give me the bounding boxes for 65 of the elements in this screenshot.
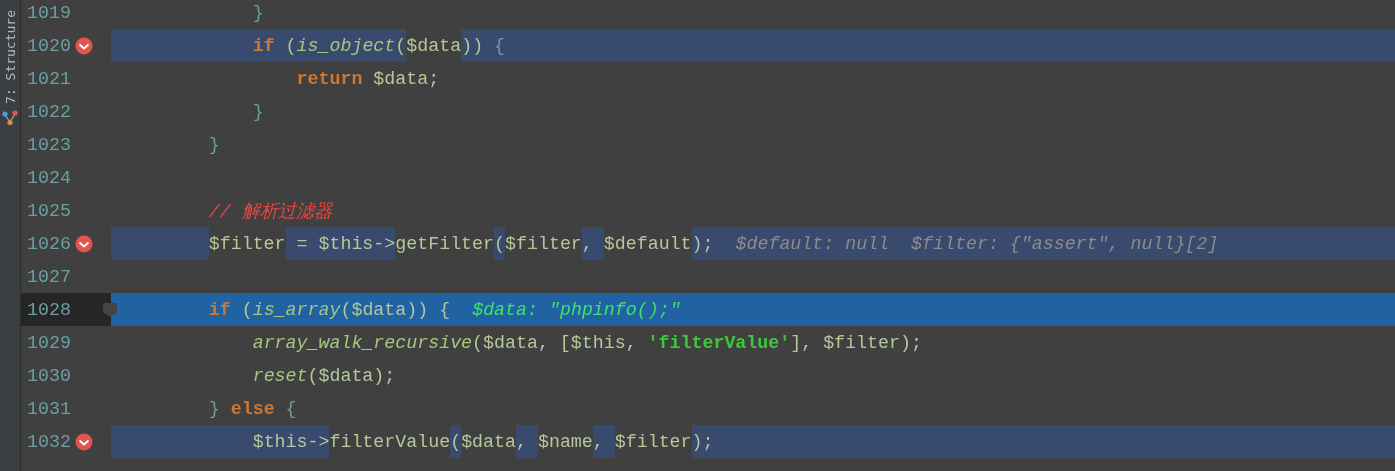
code-comment: // 解析过滤器 [208, 201, 332, 223]
code-token: $this-> [252, 431, 330, 452]
line-number: 1023 [27, 134, 72, 155]
code-token: } [252, 2, 264, 23]
code-token: else [230, 398, 275, 419]
code-token: ($data); [307, 365, 396, 386]
code-token: is_array [252, 299, 341, 320]
code-token: } [208, 398, 221, 419]
code-token: } [208, 134, 220, 155]
code-token: ); [691, 233, 714, 254]
code-token: reset [252, 365, 308, 386]
code-token: return [296, 68, 363, 89]
code-token: $data [406, 29, 462, 62]
line-number: 1029 [27, 332, 72, 353]
code-token: , [516, 431, 528, 452]
code-token: $filter [614, 425, 692, 458]
code-token: $filter [208, 227, 286, 260]
line-number: 1021 [27, 68, 72, 89]
inline-value-hint: $default: null [735, 233, 890, 254]
breakpoint-icon[interactable] [75, 432, 93, 451]
code-token: $default [603, 227, 692, 260]
code-token: getFilter [395, 227, 495, 260]
line-number: 1025 [27, 200, 72, 221]
line-number: 1026 [27, 233, 72, 254]
code-token: filterValue [329, 425, 451, 458]
line-number: 1028 [27, 299, 72, 320]
code-token: $data [461, 425, 516, 458]
code-token: } [252, 101, 264, 122]
line-number: 1019 [27, 2, 72, 23]
code-token: ], $filter); [790, 332, 922, 353]
breakpoint-icon[interactable] [75, 36, 93, 55]
code-token: 'filterValue' [647, 332, 791, 353]
line-number: 1020 [27, 35, 72, 56]
code-token: { [494, 35, 506, 56]
code-token: array_walk_recursive [252, 332, 473, 353]
inline-value-hint: $filter: {"assert", null}[2] [911, 233, 1219, 254]
code-token: if [208, 299, 231, 320]
code-token: ( [285, 35, 297, 56]
code-token: $name [537, 425, 593, 458]
code-token: , [592, 431, 605, 452]
structure-tab[interactable]: 7: Structure [2, 10, 18, 104]
code-token: , [581, 233, 594, 254]
line-number: 1027 [27, 266, 72, 287]
code-token: ( [450, 431, 462, 452]
line-number: 1031 [27, 398, 72, 419]
code-token: ($data)) { [340, 299, 451, 320]
code-token: ); [691, 431, 714, 452]
code-token: is_object [296, 35, 396, 56]
code-token: if [252, 35, 275, 56]
inline-value-hint: $data: "phpinfo();" [472, 299, 681, 320]
breakpoint-icon[interactable] [75, 234, 93, 253]
line-number: 1024 [27, 167, 72, 188]
code-token: ($data, [$this, [472, 332, 638, 353]
code-token: { [285, 398, 297, 419]
line-number: 1030 [27, 365, 72, 386]
code-token: ( [395, 35, 407, 56]
code-token: $filter [505, 227, 582, 260]
line-number: 1022 [27, 101, 72, 122]
code-token: ( [494, 233, 506, 254]
code-token: = $this-> [296, 233, 396, 254]
code-token: $data; [373, 68, 440, 89]
code-token: ( [241, 299, 253, 320]
line-number: 1032 [27, 431, 72, 452]
structure-icon[interactable] [2, 109, 18, 126]
code-token: )) [461, 35, 485, 56]
